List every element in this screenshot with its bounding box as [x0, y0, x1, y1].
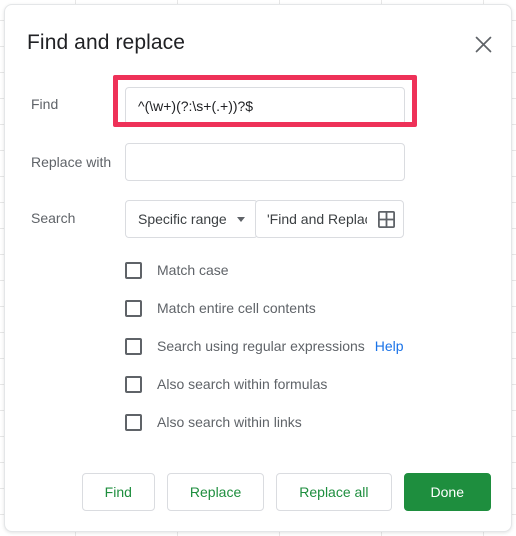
option-label: Search using regular expressions: [157, 338, 365, 354]
replace-with-input[interactable]: [125, 143, 405, 181]
regex-help-link[interactable]: Help: [375, 338, 404, 354]
close-icon[interactable]: [469, 30, 497, 58]
grid-icon[interactable]: [369, 201, 403, 237]
option-match-case[interactable]: Match case: [125, 251, 465, 289]
option-also-search-within-formulas[interactable]: Also search within formulas: [125, 365, 465, 403]
search-options-list: Match case Match entire cell contents Se…: [125, 251, 465, 441]
checkbox-also-search-within-formulas[interactable]: [125, 375, 142, 393]
chevron-down-icon: [236, 216, 245, 222]
done-button[interactable]: Done: [403, 473, 491, 511]
option-label: Match entire cell contents: [157, 300, 316, 316]
option-label: Also search within links: [157, 414, 302, 430]
option-also-search-within-links[interactable]: Also search within links: [125, 403, 465, 441]
option-label: Also search within formulas: [157, 376, 328, 392]
find-label: Find: [31, 96, 59, 112]
screen: Find and replace Find Replace with Searc…: [0, 0, 516, 536]
option-label: Match case: [157, 262, 229, 278]
option-search-using-regular-expressions[interactable]: Search using regular expressions Help: [125, 327, 465, 365]
find-button[interactable]: Find: [81, 473, 155, 511]
search-scope-dropdown[interactable]: Specific range: [125, 200, 258, 238]
find-input[interactable]: [125, 87, 405, 125]
dialog-footer: Find Replace Replace all Done: [5, 473, 511, 511]
checkbox-match-entire-cell-contents[interactable]: [125, 299, 142, 317]
dialog-title: Find and replace: [27, 31, 186, 54]
search-scope-value: Specific range: [138, 211, 227, 227]
find-and-replace-dialog: Find and replace Find Replace with Searc…: [4, 4, 512, 532]
option-match-entire-cell-contents[interactable]: Match entire cell contents: [125, 289, 465, 327]
replace-button[interactable]: Replace: [166, 473, 265, 511]
checkbox-search-using-regular-expressions[interactable]: [125, 337, 142, 355]
range-field-wrapper: [255, 200, 404, 238]
replace-all-button[interactable]: Replace all: [276, 473, 392, 511]
checkbox-match-case[interactable]: [125, 261, 142, 279]
range-input[interactable]: [256, 210, 369, 228]
checkbox-also-search-within-links[interactable]: [125, 413, 142, 431]
search-label: Search: [31, 210, 76, 226]
replace-with-label: Replace with: [31, 154, 112, 170]
